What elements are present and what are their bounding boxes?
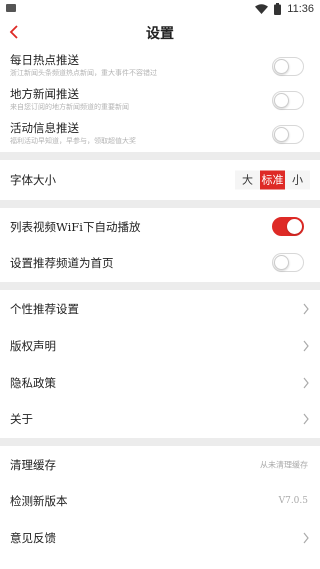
push-activity: 活动信息推送 福利活动早知道，早参与，领取超值大奖 <box>0 117 320 151</box>
push-desc: 浙江新闻头条频道热点新闻，重大事件不容错过 <box>10 69 157 77</box>
push-desc: 福利活动早知道，早参与，领取超值大奖 <box>10 137 136 145</box>
wifi-icon <box>255 3 269 14</box>
copyright-row[interactable]: 版权声明 <box>0 329 320 363</box>
section-separator <box>0 200 320 208</box>
push-local-news-toggle[interactable] <box>272 91 304 110</box>
toggle-knob <box>274 127 289 142</box>
page-title: 设置 <box>146 26 174 42</box>
clear-cache-label: 清理缓存 <box>10 458 56 472</box>
clear-cache-row[interactable]: 清理缓存 从未清理缓存 <box>0 448 320 482</box>
check-version-row[interactable]: 检测新版本 V7.0.5 <box>0 484 320 518</box>
push-daily-hot: 每日热点推送 浙江新闻头条频道热点新闻，重大事件不容错过 <box>0 49 320 83</box>
privacy-row[interactable]: 隐私政策 <box>0 366 320 400</box>
font-size-label: 字体大小 <box>10 173 56 187</box>
toggle-knob <box>274 255 289 270</box>
home-channel-label: 设置推荐频道为首页 <box>10 256 114 270</box>
font-size-row: 字体大小 大 标准 小 <box>0 163 320 197</box>
status-time: 11:36 <box>287 2 314 15</box>
toggle-knob <box>287 219 302 234</box>
notification-icon <box>6 4 16 12</box>
home-channel-toggle[interactable] <box>272 253 304 272</box>
chevron-right-icon <box>303 377 309 389</box>
toggle-knob <box>274 93 289 108</box>
push-local-news: 地方新闻推送 来自您订阅的地方新闻频道的重要新闻 <box>0 83 320 117</box>
push-daily-hot-toggle[interactable] <box>272 57 304 76</box>
push-title: 地方新闻推送 <box>10 87 79 101</box>
autoplay-row: 列表视频WiFi下自动播放 <box>0 210 320 244</box>
status-right: 11:36 <box>255 1 314 16</box>
font-size-options: 大 标准 小 <box>235 170 310 190</box>
about-row[interactable]: 关于 <box>0 402 320 436</box>
home-channel-row: 设置推荐频道为首页 <box>0 246 320 280</box>
version-value: V7.0.5 <box>278 496 308 506</box>
font-size-small[interactable]: 小 <box>285 170 310 190</box>
personal-recommend-row[interactable]: 个性推荐设置 <box>0 292 320 326</box>
push-title: 每日热点推送 <box>10 53 79 67</box>
copyright-label: 版权声明 <box>10 339 56 353</box>
autoplay-toggle[interactable] <box>272 217 304 236</box>
section-separator <box>0 152 320 160</box>
autoplay-label: 列表视频WiFi下自动播放 <box>10 220 141 234</box>
privacy-label: 隐私政策 <box>10 376 56 390</box>
section-separator <box>0 282 320 290</box>
chevron-right-icon <box>303 413 309 425</box>
chevron-right-icon <box>303 340 309 352</box>
toggle-knob <box>274 59 289 74</box>
status-bar: 11:36 <box>0 0 320 17</box>
push-desc: 来自您订阅的地方新闻频道的重要新闻 <box>10 103 129 111</box>
about-label: 关于 <box>10 412 33 426</box>
feedback-row[interactable]: 意见反馈 <box>0 521 320 555</box>
push-title: 活动信息推送 <box>10 121 79 135</box>
battery-icon <box>274 2 282 15</box>
chevron-right-icon <box>303 532 309 544</box>
section-separator <box>0 438 320 446</box>
clear-cache-value: 从未清理缓存 <box>260 460 308 470</box>
feedback-label: 意见反馈 <box>10 531 56 545</box>
chevron-right-icon <box>303 303 309 315</box>
font-size-large[interactable]: 大 <box>235 170 260 190</box>
font-size-standard[interactable]: 标准 <box>260 170 285 190</box>
header: 设置 <box>0 17 320 47</box>
check-version-label: 检测新版本 <box>10 494 68 508</box>
personal-recommend-label: 个性推荐设置 <box>10 302 79 316</box>
push-activity-toggle[interactable] <box>272 125 304 144</box>
